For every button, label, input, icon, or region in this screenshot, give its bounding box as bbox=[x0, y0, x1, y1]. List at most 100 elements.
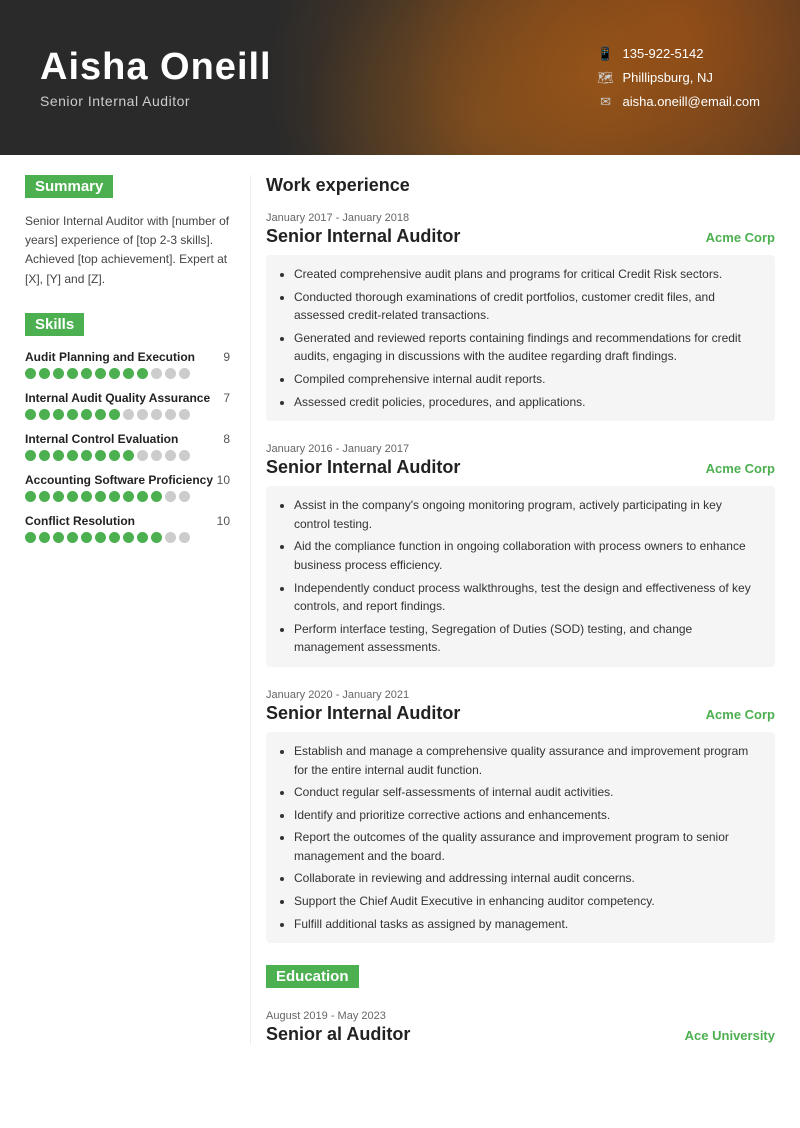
summary-header: Summary bbox=[25, 175, 113, 198]
work-bullet: Conducted thorough examinations of credi… bbox=[294, 288, 761, 325]
header-left: Aisha Oneill Senior Internal Auditor bbox=[40, 46, 597, 109]
skill-name: Audit Planning and Execution bbox=[25, 350, 195, 364]
dot-empty bbox=[151, 368, 162, 379]
phone-contact: 📱 135-922-5142 bbox=[597, 45, 760, 63]
work-date: January 2017 - January 2018 bbox=[266, 212, 775, 224]
dot-filled bbox=[39, 532, 50, 543]
work-experience-title: Work experience bbox=[266, 175, 775, 196]
dot-filled bbox=[81, 409, 92, 420]
dot-filled bbox=[109, 368, 120, 379]
dot-filled bbox=[123, 532, 134, 543]
skill-item: Internal Audit Quality Assurance7 bbox=[25, 391, 230, 420]
work-job-title: Senior Internal Auditor bbox=[266, 226, 460, 247]
work-company: Acme Corp bbox=[706, 461, 775, 476]
dot-filled bbox=[109, 450, 120, 461]
skill-item: Internal Control Evaluation8 bbox=[25, 432, 230, 461]
skill-item: Conflict Resolution10 bbox=[25, 514, 230, 543]
dot-filled bbox=[95, 409, 106, 420]
work-bullets: Establish and manage a comprehensive qua… bbox=[266, 732, 775, 943]
work-entries: January 2017 - January 2018 Senior Intern… bbox=[266, 212, 775, 943]
education-section: Education August 2019 - May 2023Senior a… bbox=[266, 965, 775, 1045]
dot-filled bbox=[151, 491, 162, 502]
work-bullet: Support the Chief Audit Executive in enh… bbox=[294, 892, 761, 911]
edu-entries: August 2019 - May 2023 Senior al Auditor A… bbox=[266, 1010, 775, 1045]
work-title-row: Senior Internal AuditorAcme Corp bbox=[266, 703, 775, 724]
work-entry: January 2020 - January 2021 Senior Intern… bbox=[266, 689, 775, 943]
skill-score: 7 bbox=[223, 391, 230, 405]
work-title-row: Senior Internal Auditor Acme Corp bbox=[266, 226, 775, 247]
dot-filled bbox=[39, 491, 50, 502]
skills-section: Skills Audit Planning and Execution9Inte… bbox=[25, 313, 230, 543]
email-icon: ✉ bbox=[597, 93, 615, 111]
location-text: Phillipsburg, NJ bbox=[623, 70, 713, 85]
work-bullets: Created comprehensive audit plans and pr… bbox=[266, 255, 775, 421]
work-entry: January 2017 - January 2018 Senior Intern… bbox=[266, 212, 775, 421]
left-column: Summary Senior Internal Auditor with [nu… bbox=[0, 175, 250, 1045]
work-bullet: Identify and prioritize corrective actio… bbox=[294, 806, 761, 825]
edu-date: August 2019 - May 2023 bbox=[266, 1010, 775, 1022]
phone-number: 135-922-5142 bbox=[623, 46, 704, 61]
work-entry: January 2016 - January 2017Senior Intern… bbox=[266, 443, 775, 667]
skill-score: 9 bbox=[223, 350, 230, 364]
candidate-name: Aisha Oneill bbox=[40, 46, 597, 89]
resume-body: Summary Senior Internal Auditor with [nu… bbox=[0, 155, 800, 1065]
dot-empty bbox=[165, 532, 176, 543]
dot-filled bbox=[123, 368, 134, 379]
dot-filled bbox=[67, 491, 78, 502]
dot-filled bbox=[109, 532, 120, 543]
dot-empty bbox=[165, 491, 176, 502]
location-icon: 🗺 bbox=[597, 69, 615, 87]
edu-degree: Senior al Auditor bbox=[266, 1024, 410, 1045]
dot-filled bbox=[109, 491, 120, 502]
dot-filled bbox=[53, 409, 64, 420]
work-job-title: Senior Internal Auditor bbox=[266, 703, 460, 724]
dot-filled bbox=[81, 450, 92, 461]
dot-filled bbox=[67, 368, 78, 379]
dot-filled bbox=[67, 450, 78, 461]
edu-school: Ace University bbox=[685, 1028, 775, 1043]
skill-name: Conflict Resolution bbox=[25, 514, 135, 528]
skill-dots bbox=[25, 409, 230, 420]
edu-entry: August 2019 - May 2023 Senior al Auditor A… bbox=[266, 1010, 775, 1045]
dot-filled bbox=[67, 532, 78, 543]
dot-empty bbox=[165, 450, 176, 461]
dot-filled bbox=[81, 532, 92, 543]
dot-filled bbox=[123, 450, 134, 461]
dot-filled bbox=[53, 450, 64, 461]
dot-filled bbox=[53, 491, 64, 502]
edu-title-row: Senior al Auditor Ace University bbox=[266, 1024, 775, 1045]
work-bullet: Aid the compliance function in ongoing c… bbox=[294, 537, 761, 574]
work-company: Acme Corp bbox=[706, 230, 775, 245]
work-bullet: Created comprehensive audit plans and pr… bbox=[294, 265, 761, 284]
work-bullet: Compiled comprehensive internal audit re… bbox=[294, 370, 761, 389]
dot-filled bbox=[39, 368, 50, 379]
dot-filled bbox=[39, 409, 50, 420]
email-contact: ✉ aisha.oneill@email.com bbox=[597, 93, 760, 111]
dot-filled bbox=[53, 368, 64, 379]
dot-empty bbox=[179, 450, 190, 461]
dot-empty bbox=[151, 409, 162, 420]
work-bullet: Assist in the company's ongoing monitori… bbox=[294, 496, 761, 533]
work-bullet: Independently conduct process walkthroug… bbox=[294, 579, 761, 616]
skill-name: Internal Control Evaluation bbox=[25, 432, 178, 446]
summary-section: Summary Senior Internal Auditor with [nu… bbox=[25, 175, 230, 289]
dot-filled bbox=[53, 532, 64, 543]
dot-empty bbox=[123, 409, 134, 420]
summary-text: Senior Internal Auditor with [number of … bbox=[25, 212, 230, 289]
work-date: January 2020 - January 2021 bbox=[266, 689, 775, 701]
skill-score: 10 bbox=[217, 473, 230, 487]
dot-filled bbox=[137, 368, 148, 379]
candidate-title: Senior Internal Auditor bbox=[40, 93, 597, 109]
work-bullet: Conduct regular self-assessments of inte… bbox=[294, 783, 761, 802]
work-bullets: Assist in the company's ongoing monitori… bbox=[266, 486, 775, 667]
dot-filled bbox=[25, 450, 36, 461]
dot-empty bbox=[165, 368, 176, 379]
work-bullet: Establish and manage a comprehensive qua… bbox=[294, 742, 761, 779]
work-bullet: Collaborate in reviewing and addressing … bbox=[294, 869, 761, 888]
skill-dots bbox=[25, 368, 230, 379]
work-bullet: Generated and reviewed reports containin… bbox=[294, 329, 761, 366]
header-contact: 📱 135-922-5142 🗺 Phillipsburg, NJ ✉ aish… bbox=[597, 45, 760, 111]
dot-empty bbox=[179, 532, 190, 543]
phone-icon: 📱 bbox=[597, 45, 615, 63]
work-bullet: Perform interface testing, Segregation o… bbox=[294, 620, 761, 657]
